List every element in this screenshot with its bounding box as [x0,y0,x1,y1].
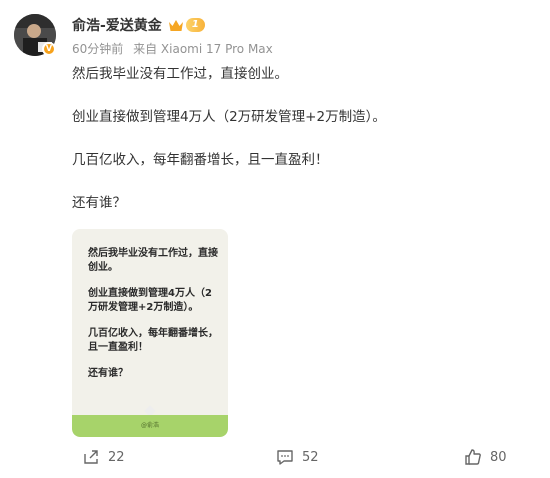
post-image[interactable]: 然后我毕业没有工作过，直接创业。 创业直接做到管理4万人（2万研发管理+2万制造… [72,229,228,437]
comment-icon [277,450,293,465]
image-line: 还有谁？ [88,368,128,379]
image-line: 几百亿收入，每年翻番增长，且一直盈利！ [88,328,218,353]
post-paragraph: 还有谁？ [72,195,126,211]
post-time[interactable]: 60分钟前 [72,42,123,56]
action-bar: 22 52 80 [0,444,550,472]
post-body: 然后我毕业没有工作过，直接创业。 创业直接做到管理4万人（2万研发管理+2万制造… [72,64,532,236]
post-paragraph: 创业直接做到管理4万人（2万研发管理+2万制造）。 [72,109,386,125]
crown-icon[interactable] [168,18,184,33]
repost-count: 22 [108,449,125,465]
image-text: 然后我毕业没有工作过，直接创业。 创业直接做到管理4万人（2万研发管理+2万制造… [88,247,220,393]
thumbs-up-icon [465,449,481,465]
author-name[interactable]: 俞浩-爱送黄金 [72,15,162,35]
image-line: 创业直接做到管理4万人（2万研发管理+2万制造）。 [88,288,212,313]
post-source: 来自 Xiaomi 17 Pro Max [133,42,273,56]
comment-button[interactable]: 52 [276,448,319,466]
level-badge[interactable]: 1 [185,18,205,32]
image-footer-label: @俞浩 [140,422,159,429]
like-count: 80 [490,449,507,465]
post-paragraph: 几百亿收入，每年翻番增长，且一直盈利！ [72,152,329,168]
post-meta: 60分钟前 来自 Xiaomi 17 Pro Max [72,40,273,57]
verified-badge-icon: V [42,42,56,56]
image-line: 然后我毕业没有工作过，直接创业。 [88,248,218,273]
post-header: 俞浩-爱送黄金 1 [72,15,205,35]
image-footer: @俞浩 [72,415,228,437]
comment-count: 52 [302,449,319,465]
repost-icon [84,450,98,464]
post-paragraph: 然后我毕业没有工作过，直接创业。 [72,66,288,82]
repost-button[interactable]: 22 [82,448,125,466]
like-button[interactable]: 80 [464,448,507,466]
